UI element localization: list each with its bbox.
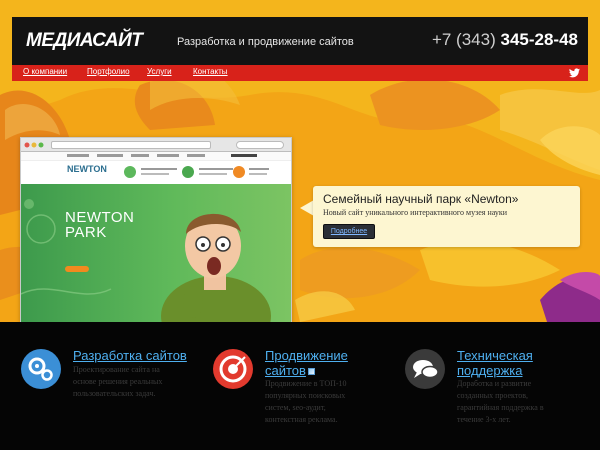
service-text-promotion: Продвижение в ТОП-10 популярных поисковы…: [265, 379, 347, 424]
target-icon: [213, 349, 253, 389]
callout-subtitle: Новый сайт уникального интерактивного му…: [323, 208, 508, 217]
service-title-promotion-line2[interactable]: сайтов: [265, 363, 306, 378]
phone-number: +7 (343) 345-28-48: [432, 30, 578, 50]
site-header: МЕДИАСАЙТ Разработка и продвижение сайто…: [12, 17, 588, 65]
mockup-button: [65, 266, 89, 272]
service-title-support-line1[interactable]: Техническая: [457, 348, 533, 363]
browser-buttons-icon: [24, 142, 44, 148]
mockup-title: NEWTON PARK: [65, 210, 134, 240]
callout-tail: [300, 200, 314, 216]
service-title-support-line2[interactable]: поддержка: [457, 363, 533, 378]
nav-item-about[interactable]: О компании: [23, 67, 67, 76]
service-title-support[interactable]: Техническая поддержка: [457, 348, 533, 378]
mockup-menu: [21, 152, 291, 161]
phone-prefix: +7 (343): [431, 30, 496, 49]
service-title-promotion[interactable]: Продвижение сайтов: [265, 348, 348, 378]
mockup-hero-art: [21, 199, 271, 322]
details-button[interactable]: Подробнее: [323, 224, 375, 239]
nav-item-contacts[interactable]: Контакты: [193, 67, 228, 76]
phone-main: 345-28-48: [500, 30, 578, 49]
twitter-icon[interactable]: [569, 68, 580, 78]
service-text-development: Проектирование сайта на основе решения р…: [73, 365, 163, 398]
browser-chrome: [21, 138, 291, 152]
service-title-development[interactable]: Разработка сайтов: [73, 348, 187, 363]
nav-item-portfolio[interactable]: Портфолио: [87, 67, 130, 76]
project-callout: Семейный научный парк «Newton» Новый сай…: [313, 186, 580, 247]
browser-search-bar: [236, 141, 284, 149]
callout-title: Семейный научный парк «Newton»: [323, 192, 519, 206]
site-tagline: Разработка и продвижение сайтов: [177, 36, 354, 48]
mockup-title-line2: PARK: [65, 224, 107, 241]
nav-item-services[interactable]: Услуги: [147, 67, 172, 76]
chat-icon: [405, 349, 445, 389]
services-section: Разработка сайтов Проектирование сайта н…: [0, 322, 600, 450]
main-nav: О компании Портфолио Услуги Контакты: [12, 65, 588, 81]
gears-icon: [21, 349, 61, 389]
browser-url-bar: [51, 141, 211, 149]
mockup-feature-icons: [124, 166, 269, 178]
service-title-promotion-line1[interactable]: Продвижение: [265, 348, 348, 363]
image-icon: [307, 368, 315, 376]
mockup-logo: NEWTON: [67, 164, 107, 174]
portfolio-screenshot[interactable]: NEWTON NEWTON PARK: [20, 137, 292, 323]
service-text-support: Доработка и развитие созданных проектов,…: [457, 379, 544, 424]
mockup-title-line1: NEWTON: [65, 209, 135, 226]
site-logo[interactable]: МЕДИАСАЙТ: [26, 30, 143, 52]
